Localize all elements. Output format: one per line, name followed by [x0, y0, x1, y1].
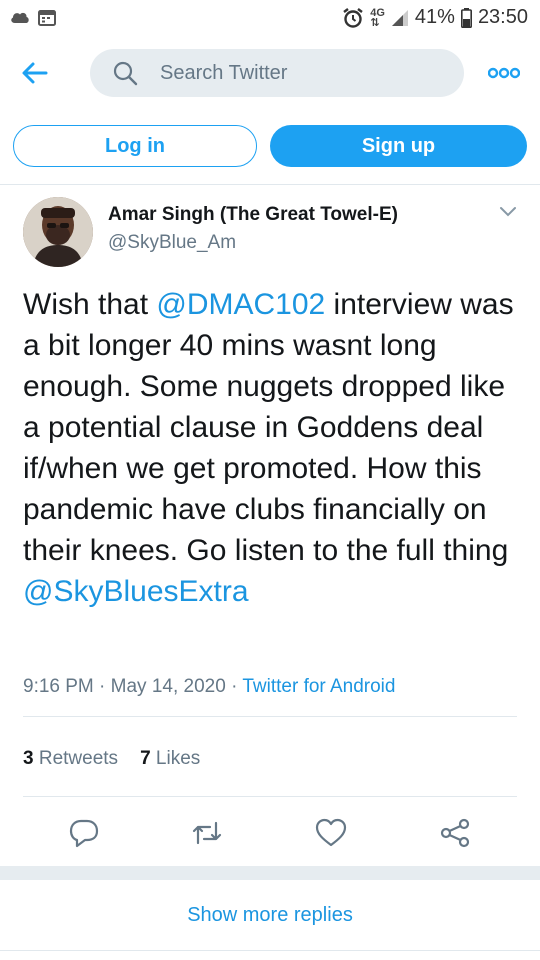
tweet-text-part: interview was a bit longer 40 mins wasnt… — [23, 288, 514, 567]
status-bar: 4G ⇅ 41% 23:50 — [0, 0, 540, 36]
divider — [0, 950, 540, 951]
more-icon[interactable] — [488, 58, 520, 88]
tweet-text: Wish that @DMAC102 interview was a bit l… — [23, 284, 518, 612]
meta-separator: · — [231, 676, 238, 697]
search-input[interactable] — [160, 49, 450, 97]
show-more-replies-button[interactable]: Show more replies — [0, 880, 540, 950]
divider — [0, 184, 540, 185]
avatar[interactable] — [23, 197, 93, 267]
tweet-meta: 9:16 PM · May 14, 2020 · Twitter for And… — [23, 676, 395, 698]
retweets-label: Retweets — [38, 748, 119, 769]
retweets-stat[interactable]: 3 Retweets — [23, 748, 118, 769]
author-handle[interactable]: @SkyBlue_Am — [108, 232, 236, 254]
likes-count: 7 — [140, 748, 151, 769]
login-button[interactable]: Log in — [13, 125, 257, 167]
cloud-icon — [11, 12, 29, 23]
share-icon[interactable] — [438, 816, 472, 850]
retweets-count: 3 — [23, 748, 34, 769]
status-left — [10, 8, 56, 26]
network-type: 4G ⇅ — [370, 6, 385, 29]
section-gap — [0, 866, 540, 880]
auth-buttons: Log in Sign up — [13, 125, 527, 169]
search-box[interactable] — [90, 49, 464, 97]
tweet-text-part: Wish that — [23, 288, 157, 321]
reply-icon[interactable] — [67, 816, 101, 850]
retweet-icon[interactable] — [190, 816, 224, 850]
meta-separator: · — [99, 676, 106, 697]
divider — [23, 716, 517, 717]
battery-percent: 41% — [414, 6, 455, 28]
battery-icon — [460, 7, 472, 28]
author-name[interactable]: Amar Singh (The Great Towel-E) — [108, 204, 398, 226]
search-icon — [113, 61, 138, 86]
divider — [23, 796, 517, 797]
signal-icon — [391, 9, 408, 26]
tweet-time: 9:16 PM — [23, 676, 94, 697]
calendar-icon — [38, 10, 56, 26]
chevron-down-icon[interactable] — [498, 204, 518, 220]
tweet-source-link[interactable]: Twitter for Android — [242, 676, 395, 697]
tweet-date[interactable]: May 14, 2020 — [111, 676, 226, 697]
mention-link[interactable]: @DMAC102 — [156, 288, 325, 321]
back-arrow-icon[interactable] — [18, 56, 52, 90]
tweet-stats: 3 Retweets 7 Likes — [23, 748, 200, 770]
alarm-icon — [343, 7, 363, 28]
avatar-image — [23, 197, 93, 267]
signup-button[interactable]: Sign up — [270, 125, 527, 167]
mention-link[interactable]: @SkyBluesExtra — [23, 575, 249, 608]
status-time: 23:50 — [477, 6, 528, 28]
status-right: 4G ⇅ 41% 23:50 — [342, 6, 528, 29]
tweet-actions — [0, 812, 540, 852]
like-icon[interactable] — [314, 816, 348, 850]
likes-label: Likes — [155, 748, 201, 769]
likes-stat[interactable]: 7 Likes — [140, 748, 200, 769]
top-app-bar — [0, 44, 540, 102]
